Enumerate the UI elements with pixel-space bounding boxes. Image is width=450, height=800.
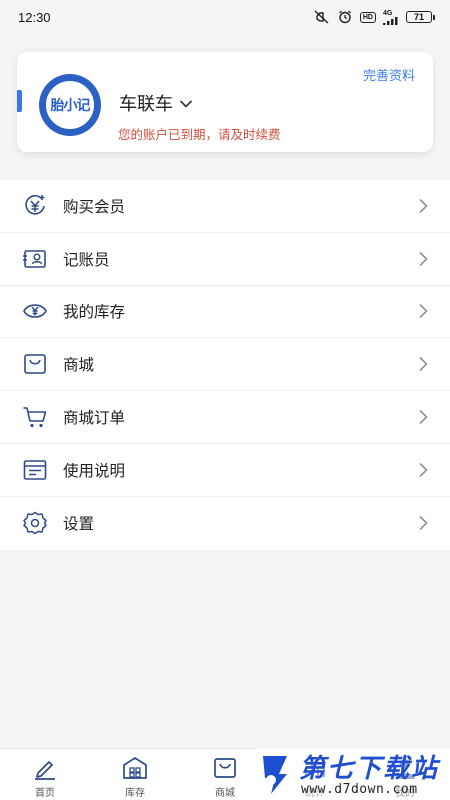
user-name: 车联车 bbox=[119, 94, 173, 114]
shopping-bag-icon bbox=[212, 755, 238, 781]
account-switcher[interactable]: 车联车 bbox=[119, 90, 193, 116]
warehouse-icon bbox=[122, 755, 148, 781]
alarm-icon bbox=[337, 10, 353, 24]
yen-eye-icon bbox=[22, 298, 48, 324]
menu-item-buy-membership[interactable]: 购买会员 bbox=[0, 180, 450, 233]
battery-icon: 71 bbox=[406, 11, 435, 23]
chevron-right-icon bbox=[416, 198, 430, 213]
avatar-logo: 胎小记 bbox=[44, 79, 96, 131]
chevron-right-icon bbox=[416, 410, 430, 425]
menu-item-settings[interactable]: 设置 bbox=[0, 497, 450, 550]
avatar[interactable]: 胎小记 bbox=[39, 74, 101, 136]
profile-card: 完善资料 胎小记 车联车 您的账户已到期，请及时续费 bbox=[17, 52, 433, 152]
document-icon bbox=[22, 457, 48, 483]
id-card-icon bbox=[22, 246, 48, 272]
menu-item-instructions[interactable]: 使用说明 bbox=[0, 444, 450, 497]
gear-icon bbox=[22, 510, 48, 536]
status-icons: HD 4G 71 bbox=[314, 10, 435, 25]
yen-coin-icon bbox=[22, 193, 48, 219]
menu-item-label: 购买会员 bbox=[63, 198, 126, 216]
chevron-right-icon bbox=[416, 251, 430, 266]
pen-icon bbox=[32, 755, 58, 781]
menu-item-mall-orders[interactable]: 商城订单 bbox=[0, 391, 450, 444]
nav-inventory[interactable]: 库存 bbox=[90, 749, 180, 800]
avatar-logo-text: 胎小记 bbox=[50, 97, 91, 113]
complete-profile-link[interactable]: 完善资料 bbox=[363, 65, 415, 84]
mute-icon bbox=[314, 10, 330, 24]
card-accent-bar bbox=[17, 90, 22, 112]
chevron-right-icon bbox=[416, 304, 430, 319]
menu-item-label: 商城订单 bbox=[63, 410, 126, 428]
menu-item-label: 我的库存 bbox=[63, 304, 126, 322]
status-bar: 12:30 HD 4G 71 bbox=[0, 0, 450, 34]
menu-item-label: 商城 bbox=[63, 357, 95, 375]
cart-icon bbox=[22, 404, 48, 430]
nav-home[interactable]: 首页 bbox=[0, 749, 90, 800]
chevron-right-icon bbox=[416, 462, 430, 477]
chevron-right-icon bbox=[416, 357, 430, 372]
menu-item-bookkeeper[interactable]: 记账员 bbox=[0, 233, 450, 286]
hd-badge: HD bbox=[359, 11, 376, 23]
nav-label: 库存 bbox=[125, 788, 145, 799]
menu-item-label: 使用说明 bbox=[63, 462, 126, 480]
menu-item-label: 设置 bbox=[63, 516, 95, 534]
menu-item-mall[interactable]: 商城 bbox=[0, 338, 450, 392]
nav-label: 商城 bbox=[215, 788, 235, 799]
watermark-logo-icon bbox=[257, 752, 293, 796]
menu-list: 购买会员 记账员 我的库存 商城 商城订单 使用说明 设置 bbox=[0, 180, 450, 550]
menu-item-my-inventory[interactable]: 我的库存 bbox=[0, 286, 450, 339]
watermark: 第七下载站 www.d7down.com bbox=[255, 748, 450, 800]
menu-item-label: 记账员 bbox=[63, 251, 110, 269]
chevron-right-icon bbox=[416, 516, 430, 531]
watermark-url: www.d7down.com bbox=[301, 782, 418, 797]
chevron-down-icon bbox=[179, 93, 193, 114]
signal-icon: 4G bbox=[383, 10, 399, 25]
shopping-bag-icon bbox=[22, 351, 48, 377]
watermark-title: 第七下载站 bbox=[299, 753, 440, 783]
expire-message: 您的账户已到期，请及时续费 bbox=[118, 128, 281, 142]
status-time: 12:30 bbox=[18, 9, 51, 25]
nav-label: 首页 bbox=[35, 788, 55, 799]
